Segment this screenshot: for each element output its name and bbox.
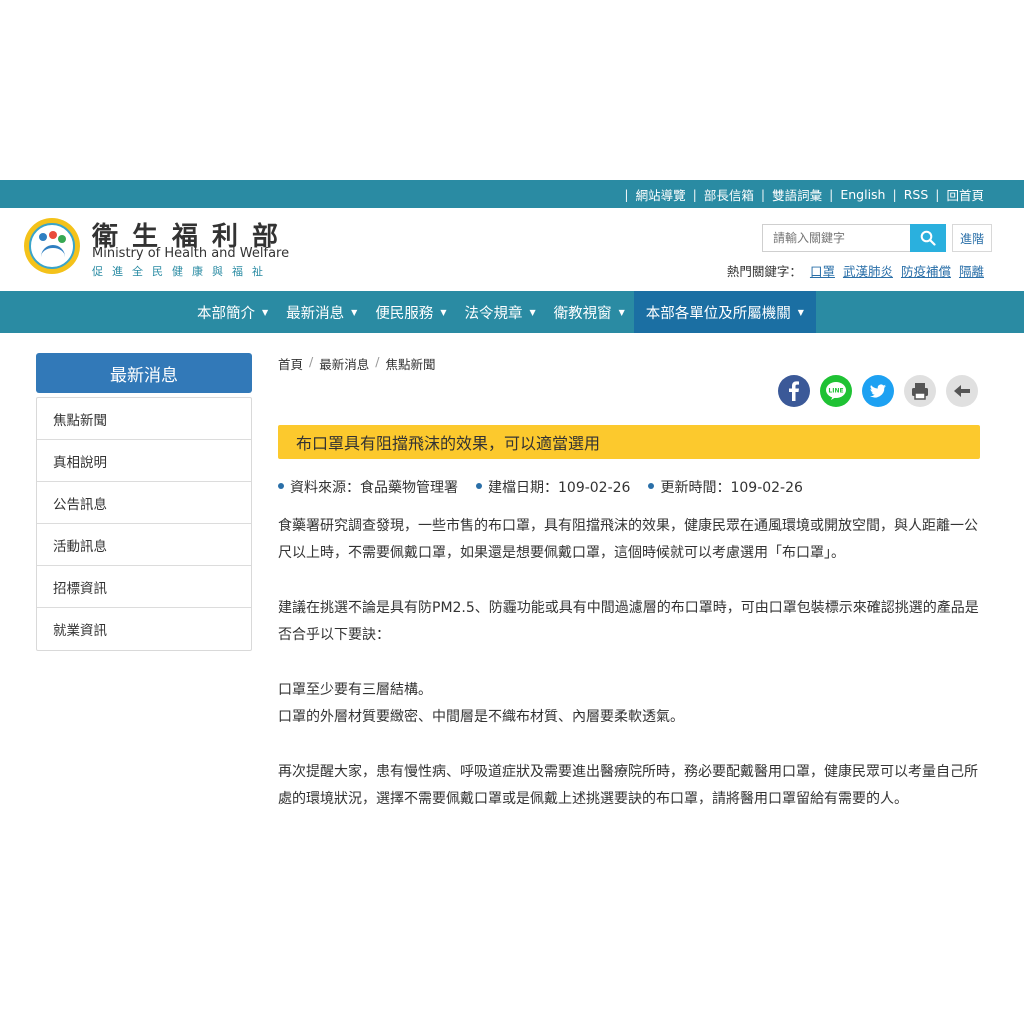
search-box: 進階	[762, 224, 992, 252]
bullet-icon	[476, 483, 482, 489]
sidebar-item-focus-news[interactable]: 焦點新聞	[37, 398, 251, 440]
utility-links: | 網站導覽 | 部長信箱 | 雙語詞彙 | English | RSS | 回首頁	[624, 185, 984, 204]
article-paragraph: 食藥署研究調查發現，一些市售的布口罩，具有阻擋飛沫的效果，健康民眾在通風環境或開…	[278, 518, 978, 561]
nav-item-health-education[interactable]: 衛教視窗 ▼	[545, 291, 634, 333]
back-icon[interactable]	[946, 375, 978, 407]
advanced-search-button[interactable]: 進階	[952, 224, 992, 252]
site-slogan: 促進全民健康與福祉	[92, 265, 272, 278]
nav-item-about[interactable]: 本部簡介 ▼	[188, 291, 277, 333]
article-paragraph: 口罩的外層材質要緻密、中間層是不織布材質、內層要柔軟透氣。	[278, 709, 684, 725]
article-paragraph: 建議在挑選不論是具有防PM2.5、防霾功能或具有中間過濾層的布口罩時，可由口罩包…	[278, 600, 979, 643]
breadcrumb-home[interactable]: 首頁	[278, 354, 303, 373]
hot-keywords: 熱門關鍵字： 口罩 武漢肺炎 防疫補償 隔離	[727, 261, 984, 280]
sidebar-item-jobs[interactable]: 就業資訊	[37, 608, 251, 650]
sitemap-link[interactable]: 網站導覽	[636, 185, 686, 204]
search-input[interactable]	[762, 224, 910, 252]
hot-keyword-link[interactable]: 隔離	[959, 261, 984, 280]
sidebar-title: 最新消息	[36, 353, 252, 393]
breadcrumb-focus-news[interactable]: 焦點新聞	[385, 354, 435, 373]
sidebar-item-announcements[interactable]: 公告訊息	[37, 482, 251, 524]
caret-down-icon: ▼	[529, 307, 536, 317]
caret-down-icon: ▼	[262, 307, 269, 317]
nav-item-news[interactable]: 最新消息 ▼	[277, 291, 366, 333]
hot-keyword-link[interactable]: 口罩	[810, 261, 835, 280]
breadcrumb: 首頁 / 最新消息 / 焦點新聞	[278, 354, 436, 373]
nav-item-regulations[interactable]: 法令規章 ▼	[455, 291, 544, 333]
search-button[interactable]	[910, 224, 946, 252]
nav-item-services[interactable]: 便民服務 ▼	[366, 291, 455, 333]
bullet-icon	[648, 483, 655, 489]
glossary-link[interactable]: 雙語詞彙	[772, 185, 822, 204]
caret-down-icon: ▼	[797, 307, 804, 317]
bullet-icon	[278, 483, 284, 489]
english-link[interactable]: English	[840, 187, 885, 202]
sidebar-item-tenders[interactable]: 招標資訊	[37, 566, 251, 608]
share-toolbar: LINE	[778, 375, 978, 407]
ministry-logo[interactable]	[24, 218, 80, 274]
article-updated-date: 更新時間：109-02-26	[660, 480, 803, 496]
caret-down-icon: ▼	[440, 307, 447, 317]
article-title: 布口罩具有阻擋飛沫的效果，可以適當選用	[278, 425, 980, 459]
svg-text:LINE: LINE	[828, 388, 843, 395]
twitter-icon[interactable]	[862, 375, 894, 407]
article-paragraph: 口罩至少要有三層結構。	[278, 682, 432, 698]
nav-item-agencies[interactable]: 本部各單位及所屬機關 ▼	[633, 291, 816, 333]
article-meta: 資料來源：食品藥物管理署 建檔日期：109-02-26 更新時間：109-02-…	[278, 477, 803, 497]
sidebar-menu: 焦點新聞 真相說明 公告訊息 活動訊息 招標資訊 就業資訊	[36, 397, 252, 651]
print-icon[interactable]	[904, 375, 936, 407]
search-icon	[920, 230, 936, 246]
sidebar-item-fact-check[interactable]: 真相說明	[37, 440, 251, 482]
line-icon[interactable]: LINE	[820, 375, 852, 407]
site-header: 衛生福利部 Ministry of Health and Welfare 促進全…	[0, 208, 1024, 291]
breadcrumb-news[interactable]: 最新消息	[319, 354, 369, 373]
main-navigation: 本部簡介 ▼ 最新消息 ▼ 便民服務 ▼ 法令規章 ▼ 衛教視窗 ▼ 本部各單位及所屬機關…	[0, 291, 1024, 333]
site-name-english: Ministry of Health and Welfare	[92, 246, 290, 261]
rss-link[interactable]: RSS	[904, 187, 929, 202]
caret-down-icon: ▼	[618, 307, 625, 317]
hot-keywords-label: 熱門關鍵字：	[726, 264, 802, 279]
hot-keyword-link[interactable]: 防疫補償	[901, 261, 951, 280]
home-link[interactable]: 回首頁	[946, 185, 984, 204]
article-paragraph: 再次提醒大家，患有慢性病、呼吸道症狀及需要進出醫療院所時，務必要配戴醫用口罩，健…	[278, 764, 978, 807]
sidebar-item-events[interactable]: 活動訊息	[37, 524, 251, 566]
top-utility-bar: | 網站導覽 | 部長信箱 | 雙語詞彙 | English | RSS | 回首頁	[0, 180, 1024, 208]
facebook-icon[interactable]	[778, 375, 810, 407]
article-created-date: 建檔日期：109-02-26	[488, 480, 631, 496]
hot-keyword-link[interactable]: 武漢肺炎	[843, 261, 893, 280]
minister-mailbox-link[interactable]: 部長信箱	[704, 185, 754, 204]
article-body: 食藥署研究調查發現，一些市售的布口罩，具有阻擋飛沫的效果，健康民眾在通風環境或開…	[278, 513, 983, 813]
logo-emblem-icon	[29, 223, 75, 269]
article-source: 資料來源：食品藥物管理署	[290, 480, 458, 496]
caret-down-icon: ▼	[351, 307, 358, 317]
